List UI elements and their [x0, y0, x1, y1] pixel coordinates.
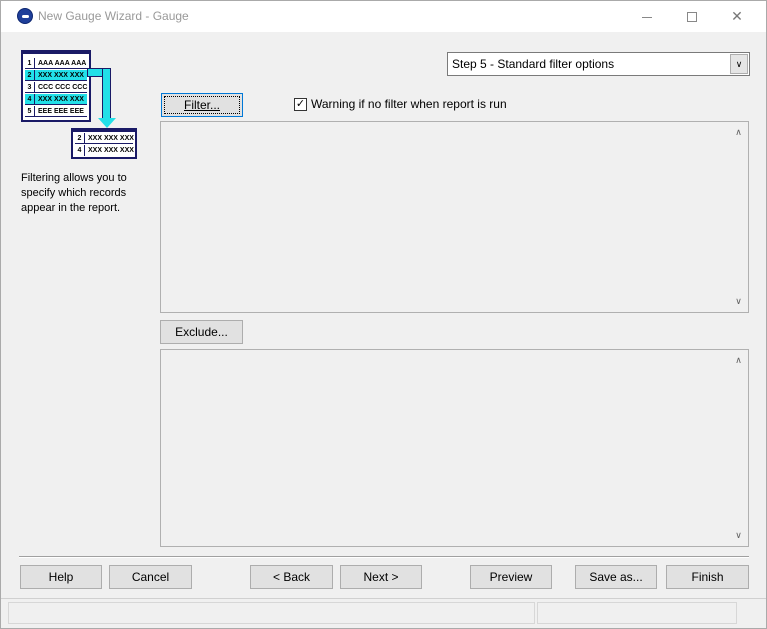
- save-as-button[interactable]: Save as...: [575, 565, 657, 589]
- sheet-row: 4 XXX XXX XXX: [25, 94, 87, 105]
- filter-list[interactable]: ∧ ∨: [160, 121, 749, 313]
- maximize-icon: [687, 12, 697, 23]
- exclude-list[interactable]: ∧ ∨: [160, 349, 749, 547]
- window-title: New Gauge Wizard - Gauge: [38, 9, 189, 23]
- minimize-button[interactable]: [624, 1, 670, 31]
- filter-illustration: 1 AAA AAA AAA 2 XXX XXX XXX 3 CCC CCC CCC 4…: [21, 50, 141, 159]
- arrow-down-icon: [98, 118, 116, 128]
- title-bar: New Gauge Wizard - Gauge ✕: [1, 1, 766, 32]
- sheet-row: 2 XXX XXX XXX: [75, 133, 134, 144]
- chevron-down-icon[interactable]: ∨: [730, 54, 748, 74]
- minimize-icon: [642, 16, 652, 18]
- scroll-down-icon[interactable]: ∨: [731, 528, 746, 543]
- exclude-button[interactable]: Exclude...: [160, 320, 243, 344]
- scroll-down-icon[interactable]: ∨: [731, 294, 746, 309]
- scroll-up-icon[interactable]: ∧: [731, 125, 746, 140]
- warning-checkbox-label: Warning if no filter when report is run: [311, 97, 507, 111]
- maximize-button[interactable]: [669, 1, 715, 31]
- status-pane: [8, 602, 535, 624]
- sheet-row: 4 XXX XXX XXX: [75, 145, 134, 156]
- app-icon: [17, 8, 33, 24]
- back-button[interactable]: < Back: [250, 565, 333, 589]
- source-sheet: 1 AAA AAA AAA 2 XXX XXX XXX 3 CCC CCC CCC 4…: [21, 50, 91, 122]
- filter-button[interactable]: Filter...: [161, 93, 243, 117]
- sheet-row: 3 CCC CCC CCC: [25, 82, 87, 93]
- scroll-up-icon[interactable]: ∧: [731, 353, 746, 368]
- preview-button[interactable]: Preview: [470, 565, 552, 589]
- wizard-window: New Gauge Wizard - Gauge ✕ 1 AAA AAA AAA …: [0, 0, 767, 629]
- step-description: Filtering allows you to specify which re…: [21, 172, 127, 214]
- finish-button[interactable]: Finish: [666, 565, 749, 589]
- wizard-body: 1 AAA AAA AAA 2 XXX XXX XXX 3 CCC CCC CCC 4…: [1, 32, 766, 598]
- next-button[interactable]: Next >: [340, 565, 422, 589]
- result-sheet: 2 XXX XXX XXX 4 XXX XXX XXX: [71, 128, 137, 159]
- resize-grip-icon[interactable]: [752, 614, 762, 624]
- close-button[interactable]: ✕: [714, 1, 760, 31]
- status-pane: [537, 602, 737, 624]
- sheet-row: 1 AAA AAA AAA: [25, 58, 87, 69]
- footer-separator: [19, 556, 749, 558]
- arrow-shape: [102, 68, 111, 120]
- cancel-button[interactable]: Cancel: [109, 565, 192, 589]
- sheet-row: 2 XXX XXX XXX: [25, 70, 87, 81]
- close-icon: ✕: [731, 8, 743, 24]
- step-select[interactable]: Step 5 - Standard filter options ∨: [447, 52, 750, 76]
- checkbox-check-icon[interactable]: ✓: [294, 98, 307, 111]
- step-select-value: Step 5 - Standard filter options: [452, 57, 615, 71]
- help-button[interactable]: Help: [20, 565, 102, 589]
- sheet-row: 5 EEE EEE EEE: [25, 106, 87, 117]
- status-bar: [1, 598, 766, 628]
